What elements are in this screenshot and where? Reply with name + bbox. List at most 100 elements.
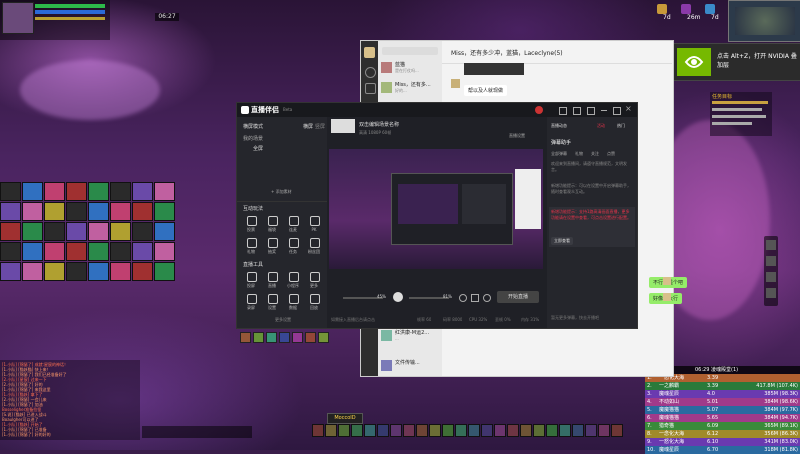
raid-member-frame[interactable] xyxy=(66,182,87,201)
action-slot[interactable] xyxy=(559,424,571,437)
raid-member-frame[interactable] xyxy=(44,222,65,241)
scene-item[interactable]: 全屏 xyxy=(253,145,263,152)
chat-frame[interactable]: [1.小队] [锦瑟了] 成就:星宸的神话！ [1.小队] [猫妖猫] 快上来！[… xyxy=(0,360,140,440)
raid-member-frame[interactable] xyxy=(88,262,109,281)
action-slot[interactable] xyxy=(468,424,480,437)
raid-member-frame[interactable] xyxy=(132,202,153,221)
action-slot[interactable] xyxy=(494,424,506,437)
tool-item[interactable]: 福袋 xyxy=(262,215,282,235)
tool-item[interactable]: 直播 xyxy=(262,271,282,291)
add-scene-button[interactable]: + 添加素材 xyxy=(271,189,292,195)
raid-member-frame[interactable] xyxy=(66,262,87,281)
damage-row[interactable]: 3. 魔魂星辰 4.0 385M (98.3K) xyxy=(645,390,800,398)
interactive-grid[interactable]: 投票 福袋 连麦 PK 礼物 抽奖 任务 粉丝团 xyxy=(241,215,325,259)
action-slot[interactable] xyxy=(546,424,558,437)
raid-member-frame[interactable] xyxy=(66,202,87,221)
raid-member-frame[interactable] xyxy=(0,182,21,201)
minimap[interactable] xyxy=(728,0,800,42)
mic-icon[interactable] xyxy=(393,292,403,302)
action-slot[interactable] xyxy=(416,424,428,437)
action-slot[interactable] xyxy=(585,424,597,437)
action-slot[interactable] xyxy=(429,424,441,437)
view-now-button[interactable]: 立即查看 xyxy=(551,237,573,245)
right-tab[interactable]: 直播动态 xyxy=(551,123,567,129)
action-slot[interactable] xyxy=(390,424,402,437)
maximize-icon[interactable] xyxy=(613,107,621,115)
raid-member-frame[interactable] xyxy=(154,182,175,201)
action-slot[interactable] xyxy=(442,424,454,437)
raid-member-frame[interactable] xyxy=(154,202,175,221)
bottom-hint[interactable]: 如需接入直播后台请点击 xyxy=(331,317,375,323)
quest-tracker[interactable]: 任务目标 xyxy=(710,92,772,136)
camera-icon[interactable] xyxy=(459,294,467,302)
highlight-card[interactable]: 新增功能提示：支持1路高清画面直播，更多功能请在设置中查看，可点击设置进行配置。… xyxy=(549,207,635,247)
avatar[interactable] xyxy=(364,47,375,58)
raid-member-frame[interactable] xyxy=(88,202,109,221)
raid-member-frame[interactable] xyxy=(66,242,87,261)
raid-member-frame[interactable] xyxy=(44,182,65,201)
settings-icon[interactable] xyxy=(483,294,491,302)
action-slot[interactable] xyxy=(598,424,610,437)
tool-item[interactable]: 投屏 xyxy=(241,271,261,291)
scene-thumbnail[interactable] xyxy=(331,119,355,133)
settings-icon[interactable] xyxy=(559,107,567,115)
tool-item[interactable]: 回放 xyxy=(304,293,324,313)
tool-item[interactable]: 投票 xyxy=(241,215,261,235)
raid-member-frame[interactable] xyxy=(22,222,43,241)
chat-list-item[interactable]: Miss，还有多... 好的... xyxy=(378,79,442,97)
damage-row[interactable]: 2. 一之麟霸 3.39 417.8M (107.4K) xyxy=(645,382,800,390)
raid-member-frame[interactable] xyxy=(0,222,21,241)
raid-member-frame[interactable] xyxy=(22,262,43,281)
sub-tab[interactable]: 全部弹幕 xyxy=(551,151,567,157)
raid-member-frame[interactable] xyxy=(132,242,153,261)
raid-member-frame[interactable] xyxy=(154,242,175,261)
damage-row[interactable]: 9. 一怒化大海 6.10 341M (83.0K) xyxy=(645,438,800,446)
tab-portrait[interactable]: 竖屏 xyxy=(315,123,325,130)
tool-item[interactable]: 连麦 xyxy=(283,215,303,235)
action-slot[interactable] xyxy=(533,424,545,437)
search-input[interactable] xyxy=(382,47,438,55)
action-slot[interactable] xyxy=(507,424,519,437)
more-settings-link[interactable]: 更多设置 xyxy=(275,317,291,323)
sub-tab[interactable]: 礼物 xyxy=(575,151,583,157)
tool-item[interactable]: 数据 xyxy=(283,293,303,313)
damage-row[interactable]: 7. 猎奇猫 6.09 365M (89.1K) xyxy=(645,422,800,430)
tool-item[interactable]: PK xyxy=(304,215,324,235)
action-slot[interactable] xyxy=(325,424,337,437)
damage-row[interactable]: 5. 魔魔猫猫 5.07 384M (97.7K) xyxy=(645,406,800,414)
action-slot[interactable] xyxy=(351,424,363,437)
raid-member-frame[interactable] xyxy=(110,182,131,201)
mode-select[interactable]: 横屏模式 xyxy=(243,123,263,130)
damage-row[interactable]: 4. 不动如山 5.01 384M (98.6K) xyxy=(645,398,800,406)
tool-item[interactable]: 更多 xyxy=(304,271,324,291)
action-slot[interactable] xyxy=(364,424,376,437)
raid-member-frame[interactable] xyxy=(0,242,21,261)
action-slot[interactable] xyxy=(455,424,467,437)
action-bar[interactable] xyxy=(312,424,632,438)
raid-member-frame[interactable] xyxy=(44,262,65,281)
preview-title[interactable]: 双击编辑场景名称 xyxy=(359,121,399,128)
left-panel[interactable]: 横屏模式 横屏 竖屏 我的场景 全屏 + 添加素材 互动玩法 投票 福袋 连麦 PK 礼… xyxy=(237,117,327,328)
chat-list-item[interactable]: 文件传输... xyxy=(378,357,442,375)
action-slot[interactable] xyxy=(572,424,584,437)
raid-member-frame[interactable] xyxy=(110,202,131,221)
raid-member-frame[interactable] xyxy=(110,242,131,261)
streamer-window[interactable]: 直播伴侣 Beta × 横屏模式 横屏 竖屏 我的场景 全屏 + 添加素材 互动… xyxy=(236,102,638,329)
skin-icon[interactable] xyxy=(587,107,595,115)
raid-member-frame[interactable] xyxy=(132,182,153,201)
raid-member-frame[interactable] xyxy=(0,202,21,221)
player-frame[interactable] xyxy=(0,0,110,40)
sub-tab[interactable]: 关注 xyxy=(591,151,599,157)
control-bar[interactable]: 45% 81% 开始直播 xyxy=(329,269,543,311)
tool-item[interactable]: 录屏 xyxy=(241,293,261,313)
action-slot[interactable] xyxy=(312,424,324,437)
action-slot[interactable] xyxy=(611,424,623,437)
chat-list-item[interactable]: 红洪康-M运2...... xyxy=(378,327,442,345)
chat-list-item[interactable]: 蓝猫 是在打仗吗... xyxy=(378,59,442,77)
record-icon[interactable] xyxy=(471,294,479,302)
raid-frames[interactable] xyxy=(0,182,182,282)
tool-item[interactable]: 礼物 xyxy=(241,237,261,257)
contacts-icon[interactable] xyxy=(365,83,376,94)
action-slot[interactable] xyxy=(481,424,493,437)
side-btn[interactable] xyxy=(766,272,776,282)
